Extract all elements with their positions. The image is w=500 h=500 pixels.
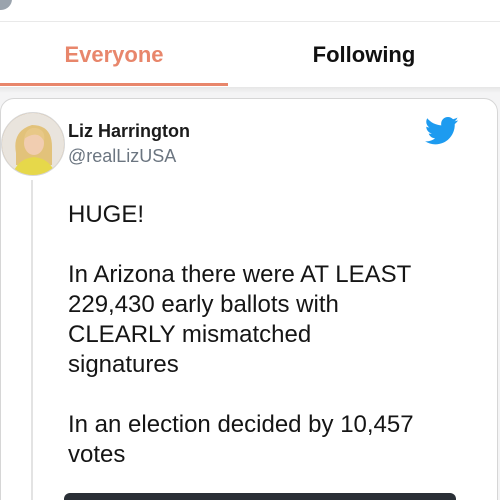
tweet-body: HUGE! In Arizona there were AT LEAST 229… <box>68 200 488 470</box>
tweet-text-line: signatures <box>68 351 179 378</box>
tab-everyone[interactable]: Everyone <box>0 23 228 87</box>
tweet-text-line: In Arizona there were AT LEAST <box>68 261 412 288</box>
tweet-text-line: HUGE! <box>68 201 145 228</box>
author-name[interactable]: Liz Harrington <box>68 121 190 142</box>
tab-following[interactable]: Following <box>228 23 500 87</box>
top-bar <box>0 0 500 22</box>
profile-avatar[interactable] <box>0 0 12 10</box>
author-avatar-image <box>2 113 64 175</box>
author-handle[interactable]: @realLizUSA <box>68 146 176 167</box>
tweet-text-line: votes <box>68 441 126 468</box>
tweet-text-line: CLEARLY mismatched <box>68 321 312 348</box>
twitter-bird-icon[interactable] <box>425 116 459 146</box>
author-avatar[interactable] <box>1 112 65 176</box>
card-divider-line <box>31 180 33 500</box>
tweet-media-preview[interactable] <box>64 493 456 500</box>
feed-tabs: Everyone Following <box>0 23 500 87</box>
feed-divider-shadow <box>0 87 500 93</box>
tweet-text-line: In an election decided by 10,457 <box>68 411 414 438</box>
tweet-text-line: 229,430 early ballots with <box>68 291 339 318</box>
active-tab-indicator <box>0 83 228 86</box>
